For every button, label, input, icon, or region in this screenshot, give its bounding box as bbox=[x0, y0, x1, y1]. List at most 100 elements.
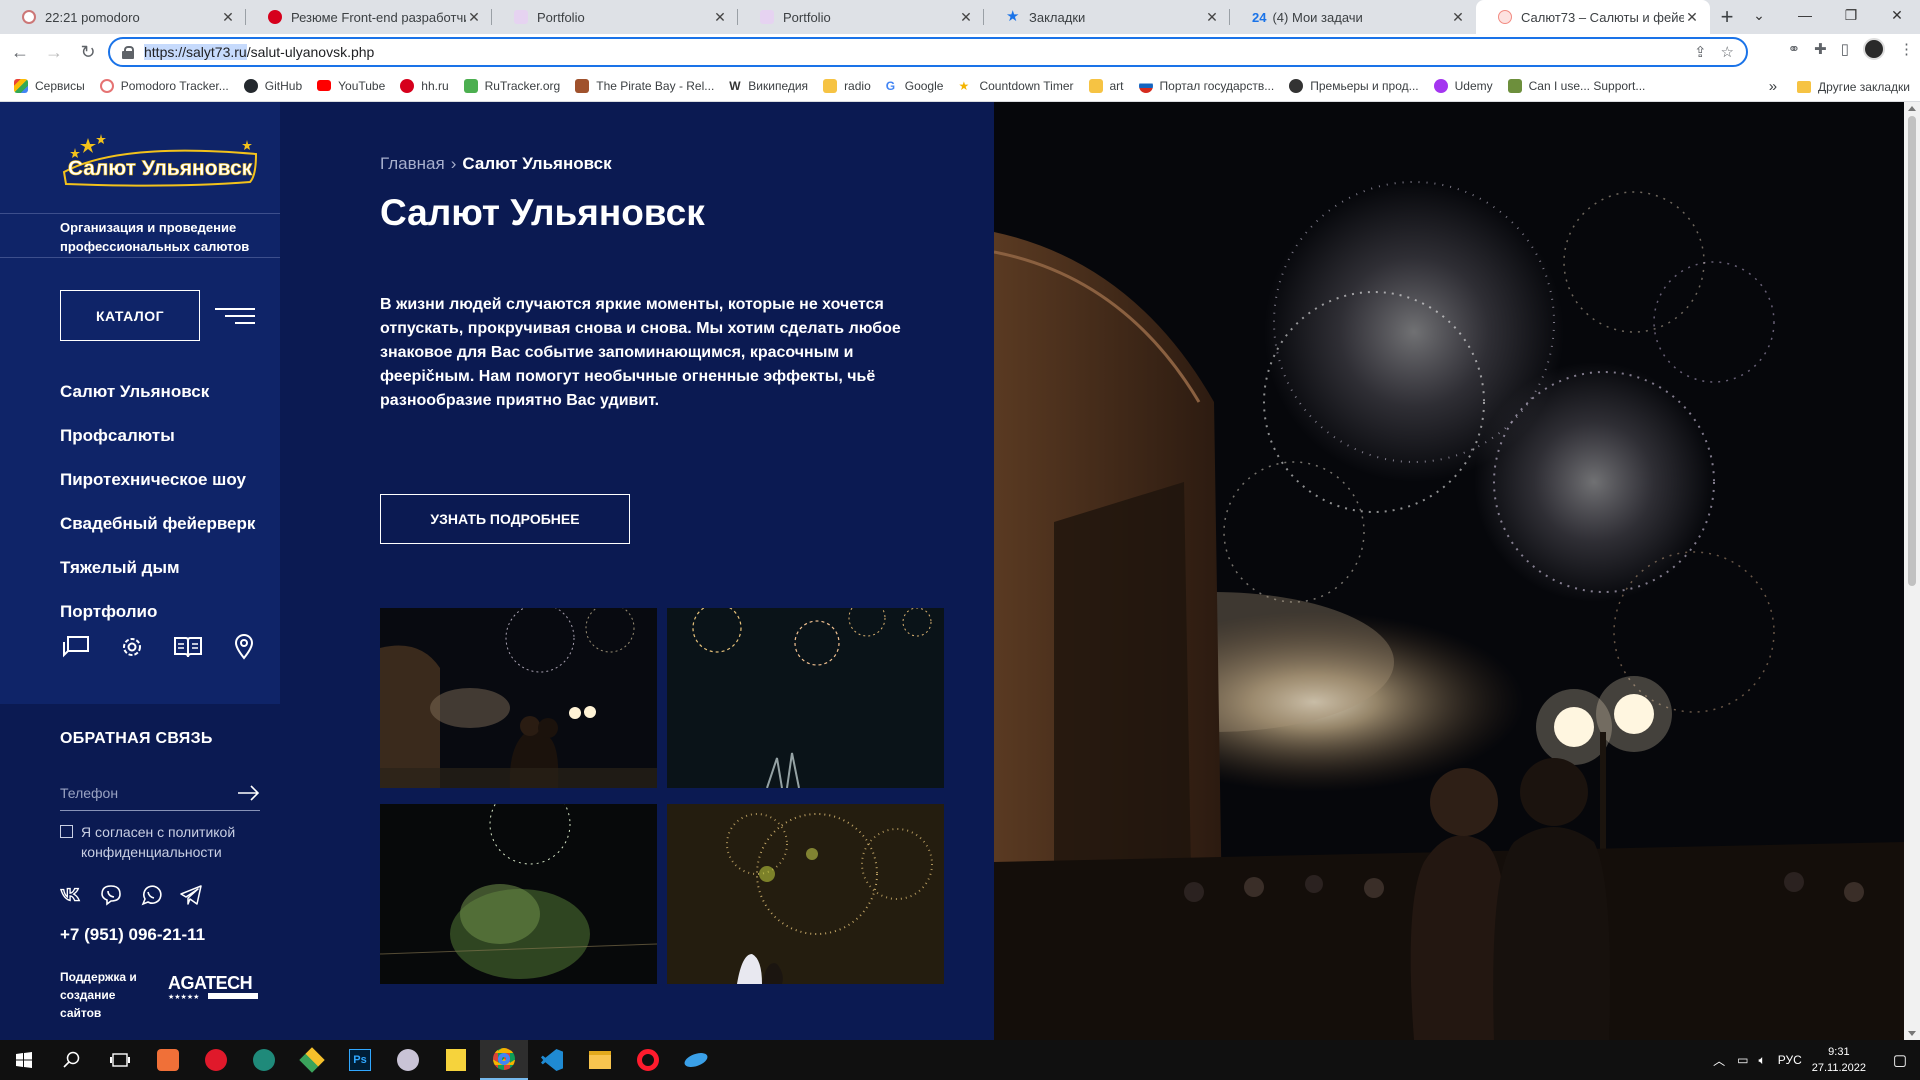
book-icon[interactable] bbox=[172, 633, 204, 661]
app-teal-icon[interactable] bbox=[240, 1040, 288, 1080]
notifications-icon[interactable]: ▢ bbox=[1880, 1051, 1920, 1069]
task-view-icon[interactable] bbox=[96, 1040, 144, 1080]
catalog-button[interactable]: КАТАЛОГ bbox=[60, 290, 200, 341]
scroll-down-icon[interactable] bbox=[1908, 1031, 1916, 1036]
vk-icon[interactable] bbox=[60, 884, 82, 906]
share-icon[interactable]: ⇪ bbox=[1694, 43, 1707, 61]
windows-start-icon[interactable] bbox=[0, 1040, 48, 1080]
breadcrumb-home-link[interactable]: Главная bbox=[380, 154, 445, 174]
app-orange-icon[interactable] bbox=[144, 1040, 192, 1080]
menu-toggle-icon[interactable] bbox=[215, 308, 255, 324]
agatech-logo[interactable]: AGATECH ★★★★★ bbox=[168, 971, 260, 1001]
bookmark-item[interactable]: Премьеры и прод... bbox=[1289, 78, 1419, 93]
site-logo[interactable]: Салют Ульяновск bbox=[60, 132, 260, 188]
tab-close-icon[interactable]: ✕ bbox=[712, 9, 728, 26]
search-icon[interactable] bbox=[48, 1040, 96, 1080]
gallery-photo[interactable] bbox=[667, 804, 944, 984]
address-bar[interactable]: https://salyt73.ru/salut-ulyanovsk.php ⇪… bbox=[108, 37, 1748, 67]
vscode-icon[interactable] bbox=[528, 1040, 576, 1080]
back-icon[interactable]: ← bbox=[6, 38, 34, 66]
extensions-icon[interactable]: ✚ bbox=[1814, 40, 1827, 58]
sticky-notes-icon[interactable] bbox=[432, 1040, 480, 1080]
tab-close-icon[interactable]: ✕ bbox=[958, 9, 974, 26]
tray-chevron-icon[interactable]: ︿ bbox=[1713, 1052, 1725, 1069]
bookmarks-overflow-button[interactable]: » bbox=[1769, 78, 1777, 95]
sidebar-item-heavy-smoke[interactable]: Тяжелый дым bbox=[60, 546, 255, 590]
file-explorer-icon[interactable] bbox=[576, 1040, 624, 1080]
bookmark-item[interactable]: RuTracker.org bbox=[463, 78, 560, 93]
bookmark-item[interactable]: hh.ru bbox=[400, 78, 449, 93]
browser-tab[interactable]: 24 (4) Мои задачи ✕ bbox=[1230, 0, 1476, 34]
sidebar-item-profsaluty[interactable]: Профсалюты bbox=[60, 414, 255, 458]
bookmark-item[interactable]: The Pirate Bay - Rel... bbox=[575, 78, 714, 93]
consent-checkbox[interactable] bbox=[60, 825, 73, 838]
phone-number[interactable]: +7 (951) 096-21-11 bbox=[60, 925, 205, 945]
bookmark-item[interactable]: art bbox=[1088, 78, 1124, 93]
browser-tab[interactable]: 22:21 pomodoro ✕ bbox=[0, 0, 246, 34]
chat-icon[interactable] bbox=[60, 633, 92, 661]
translate-icon[interactable]: ⚭ bbox=[1788, 40, 1801, 58]
app-colorful-icon[interactable] bbox=[288, 1040, 336, 1080]
opera-icon[interactable] bbox=[624, 1040, 672, 1080]
tab-close-icon[interactable]: ✕ bbox=[1450, 9, 1466, 26]
forward-icon[interactable]: → bbox=[40, 38, 68, 66]
viber-icon[interactable] bbox=[100, 884, 122, 906]
browser-tab[interactable]: Резюме Front-end разработчик ✕ bbox=[246, 0, 492, 34]
photoshop-icon[interactable]: Ps bbox=[336, 1040, 384, 1080]
telegram-icon[interactable] bbox=[180, 884, 202, 906]
bookmark-item[interactable]: GitHub bbox=[243, 78, 302, 93]
chrome-icon[interactable] bbox=[480, 1040, 528, 1080]
submit-arrow-icon[interactable] bbox=[238, 785, 260, 801]
gallery-photo[interactable] bbox=[380, 608, 657, 788]
profile-avatar[interactable] bbox=[1863, 38, 1885, 60]
bookmark-item[interactable]: Pomodoro Tracker... bbox=[99, 78, 229, 93]
side-panel-icon[interactable]: ▯ bbox=[1841, 40, 1849, 58]
sidebar-item-portfolio[interactable]: Портфолио bbox=[60, 590, 255, 634]
app-blue-icon[interactable] bbox=[672, 1040, 720, 1080]
phone-input[interactable] bbox=[60, 784, 220, 801]
scrollbar-thumb[interactable] bbox=[1908, 116, 1916, 586]
app-brush-icon[interactable] bbox=[384, 1040, 432, 1080]
browser-tab-active[interactable]: Салют73 – Салюты и фейерверки ✕ bbox=[1476, 0, 1710, 34]
bookmark-item[interactable]: ★ Countdown Timer bbox=[958, 79, 1073, 93]
bookmark-item[interactable]: Udemy bbox=[1433, 78, 1493, 93]
minimize-icon[interactable]: — bbox=[1782, 0, 1828, 30]
bookmark-item[interactable]: radio bbox=[823, 78, 871, 93]
tab-close-icon[interactable]: ✕ bbox=[466, 9, 482, 26]
bookmark-item[interactable]: YouTube bbox=[317, 79, 385, 93]
language-indicator[interactable]: РУС bbox=[1778, 1053, 1802, 1067]
bookmark-item[interactable]: W Википедия bbox=[729, 79, 808, 93]
restore-icon[interactable]: ❐ bbox=[1828, 0, 1874, 30]
bookmark-item[interactable]: Портал государств... bbox=[1138, 78, 1274, 93]
close-window-icon[interactable]: ✕ bbox=[1874, 0, 1920, 30]
gallery-photo[interactable] bbox=[667, 608, 944, 788]
tab-close-icon[interactable]: ✕ bbox=[220, 9, 236, 26]
bookmark-item[interactable]: Сервисы bbox=[14, 78, 85, 93]
reload-icon[interactable]: ↻ bbox=[74, 38, 102, 66]
browser-tab[interactable]: Portfolio ✕ bbox=[738, 0, 984, 34]
network-icon[interactable]: ▭ bbox=[1737, 1053, 1748, 1067]
tab-close-icon[interactable]: ✕ bbox=[1684, 9, 1700, 26]
menu-dots-icon[interactable]: ⋮ bbox=[1899, 40, 1914, 58]
tab-search-icon[interactable]: ⌄ bbox=[1736, 0, 1782, 30]
settings-gear-icon[interactable] bbox=[116, 633, 148, 661]
clock[interactable]: 9:31 27.11.2022 bbox=[1812, 1044, 1866, 1076]
location-pin-icon[interactable] bbox=[228, 633, 260, 661]
page-scrollbar[interactable] bbox=[1904, 102, 1920, 1040]
volume-icon[interactable]: 🔈︎ bbox=[1759, 1053, 1766, 1068]
bookmark-item[interactable]: G Google bbox=[886, 79, 944, 93]
sidebar-item-wedding-fireworks[interactable]: Свадебный фейерверк bbox=[60, 502, 255, 546]
tab-close-icon[interactable]: ✕ bbox=[1204, 9, 1220, 26]
browser-tab[interactable]: ★ Закладки ✕ bbox=[984, 0, 1230, 34]
media-player-icon[interactable] bbox=[192, 1040, 240, 1080]
learn-more-button[interactable]: УЗНАТЬ ПОДРОБНЕЕ bbox=[380, 494, 630, 544]
other-bookmarks[interactable]: Другие закладки bbox=[1818, 80, 1910, 94]
scroll-up-icon[interactable] bbox=[1908, 106, 1916, 111]
browser-tab[interactable]: Portfolio ✕ bbox=[492, 0, 738, 34]
bookmark-item[interactable]: Can I use... Support... bbox=[1507, 78, 1645, 93]
sidebar-item-pyrotechnic-show[interactable]: Пиротехническое шоу bbox=[60, 458, 255, 502]
gallery-photo[interactable] bbox=[380, 804, 657, 984]
sidebar-item-salut-ulyanovsk[interactable]: Салют Ульяновск bbox=[60, 370, 255, 414]
whatsapp-icon[interactable] bbox=[140, 884, 162, 906]
bookmark-star-icon[interactable]: ☆ bbox=[1721, 43, 1734, 61]
